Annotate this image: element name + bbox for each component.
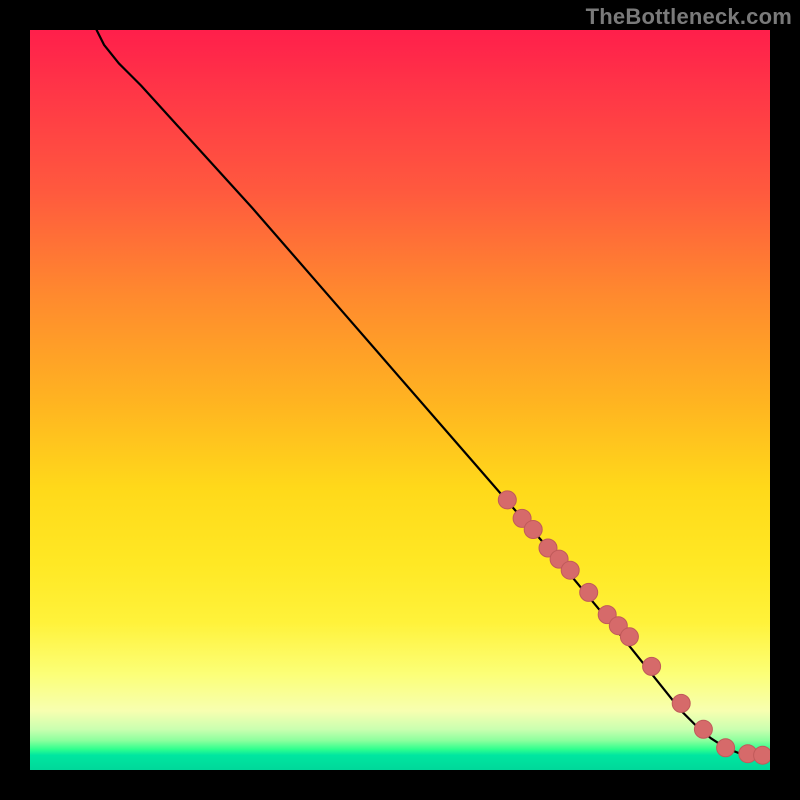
plot-area <box>30 30 770 770</box>
data-marker <box>717 739 735 757</box>
data-marker <box>561 561 579 579</box>
watermark-text: TheBottleneck.com <box>586 4 792 30</box>
marker-group <box>498 491 770 764</box>
data-marker <box>643 657 661 675</box>
bottleneck-curve <box>97 30 763 755</box>
chart-stage: TheBottleneck.com <box>0 0 800 800</box>
chart-overlay <box>30 30 770 770</box>
data-marker <box>672 694 690 712</box>
data-marker <box>694 720 712 738</box>
data-marker <box>620 628 638 646</box>
data-marker <box>498 491 516 509</box>
data-marker <box>524 521 542 539</box>
data-marker <box>580 583 598 601</box>
data-marker <box>754 746 770 764</box>
